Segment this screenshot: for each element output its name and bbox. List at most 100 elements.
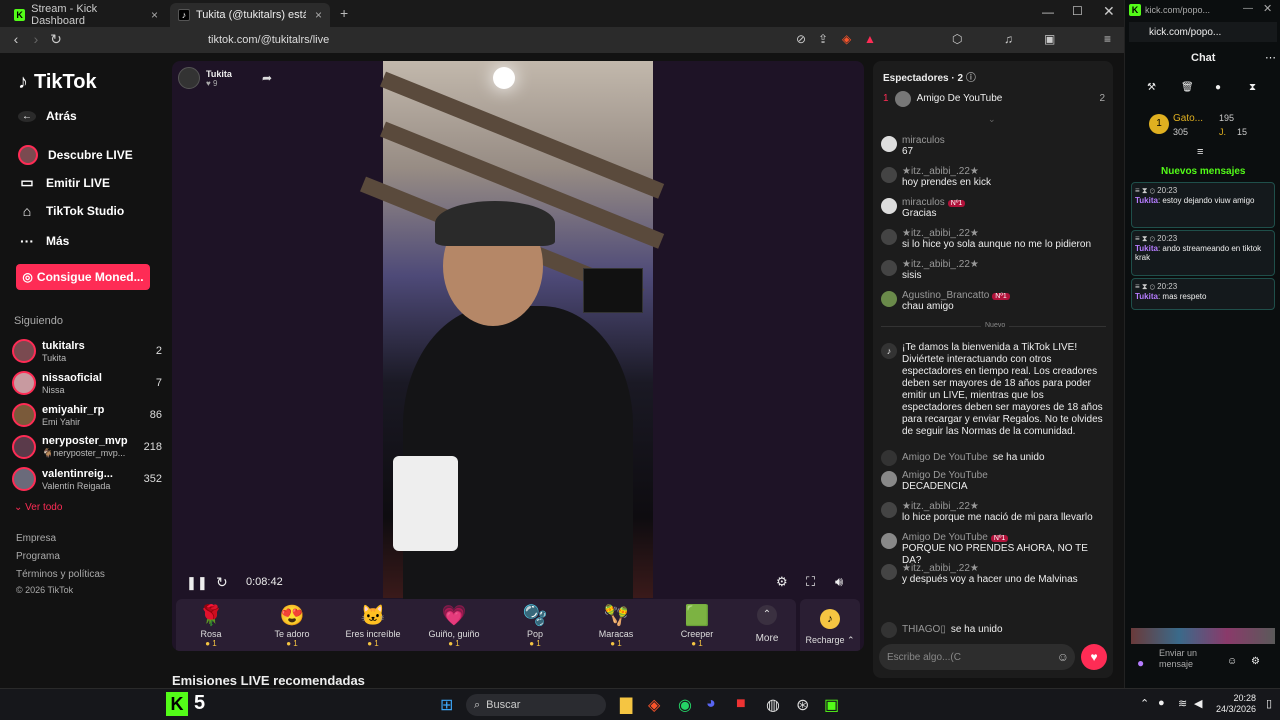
minimize-icon[interactable]: —	[1243, 3, 1253, 14]
following-item[interactable]: valentinreig... Valentín Reigada 352	[12, 463, 162, 495]
avatar	[881, 136, 897, 152]
new-tab-icon[interactable]: +	[340, 5, 348, 21]
gift-item[interactable]: 🌹 Rosa ● 1	[176, 603, 246, 648]
gift-item[interactable]: 😍 Te adoro ● 1	[257, 603, 327, 648]
obs-icon[interactable]: ■	[736, 695, 746, 713]
emoji-icon[interactable]: ☺	[1227, 656, 1237, 667]
tab-tiktok-live[interactable]: ♪ Tukita (@tukitalrs) está emiti... ×	[170, 3, 330, 27]
more-gifts-button[interactable]: ⌃ More	[732, 605, 802, 644]
following-item[interactable]: nissaoficial Nissa 7	[12, 367, 162, 399]
gift-item[interactable]: 💗 Guiño, guiño ● 1	[419, 603, 489, 648]
maximize-icon[interactable]: ☐	[1072, 4, 1083, 18]
nav-go-live[interactable]: ▭ Emitir LIVE	[18, 174, 110, 191]
footer-link[interactable]: Programa	[16, 551, 60, 562]
close-window-icon[interactable]: ✕	[1263, 2, 1272, 15]
forward-icon[interactable]: ›	[26, 31, 46, 47]
clock[interactable]: 20:28 24/3/2026	[1216, 693, 1256, 715]
get-coins-button[interactable]: ◎ Consigue Moned...	[16, 264, 150, 290]
gift-item[interactable]: 🫧 Pop ● 1	[500, 603, 570, 648]
footer-link[interactable]: Términos y políticas	[16, 569, 105, 580]
filter-icon[interactable]: ≡	[1197, 146, 1203, 158]
like-button[interactable]: ♥	[1081, 644, 1107, 670]
nav-discover-live[interactable]: Descubre LIVE	[18, 145, 133, 165]
brave-shield-icon[interactable]: ◈	[842, 32, 851, 46]
speaker-icon[interactable]: ◀	[1194, 697, 1202, 710]
folder-icon[interactable]: ▇	[620, 695, 632, 715]
info-icon: ⓘ	[965, 73, 976, 84]
wifi-icon[interactable]: ≋	[1178, 697, 1187, 710]
steam-icon[interactable]: ⊛	[796, 695, 809, 715]
footer-link[interactable]: Empresa	[16, 533, 56, 544]
kick-address[interactable]: kick.com/popo...	[1129, 22, 1277, 42]
gift-cost: 1	[698, 639, 703, 648]
whatsapp-icon[interactable]: ◉	[678, 695, 692, 715]
hourglass-icon[interactable]: ⧗	[1249, 82, 1256, 93]
translate-icon[interactable]: ⊘	[796, 32, 806, 46]
share-icon[interactable]: ⇪	[818, 32, 828, 46]
chevron-up-icon[interactable]: ⌃	[1140, 697, 1149, 710]
kick-user: Gato...	[1173, 113, 1204, 124]
tiktok-logo[interactable]: ♪ TikTok	[18, 71, 97, 94]
following-item[interactable]: neryposter_mvp 🐐neryposter_mvp... 218	[12, 431, 162, 463]
close-icon[interactable]: ×	[315, 8, 322, 22]
share-icon[interactable]: ➦	[262, 71, 272, 85]
gift-item[interactable]: 🟩 Creeper ● 1	[662, 603, 732, 648]
viewers-header[interactable]: Espectadores · 2 ⓘ	[883, 69, 976, 84]
brave-icon[interactable]: ◈	[648, 695, 660, 715]
search-box[interactable]: ⌕ Buscar	[466, 694, 606, 716]
avatar	[12, 435, 36, 459]
tiktok-coin-icon: ♪	[820, 609, 840, 629]
emoji-icon[interactable]: ☺	[1057, 650, 1069, 664]
hammer-icon[interactable]: ⚒	[1147, 82, 1156, 93]
message-author: ★itz._abibi_.22★	[902, 563, 979, 574]
kick-stat: 305	[1173, 127, 1189, 137]
nav-more[interactable]: ··· Más	[18, 233, 69, 249]
nav-tiktok-studio[interactable]: ⌂ TikTok Studio	[18, 203, 124, 219]
kick-app-icon[interactable]: ▣	[824, 695, 839, 715]
more-icon[interactable]: ⋯	[1265, 51, 1276, 64]
following-item[interactable]: emiyahir_rp Emi Yahir 86	[12, 399, 162, 431]
send-input[interactable]: Enviar un mensaje	[1159, 648, 1219, 670]
windows-start-icon[interactable]: ⊞	[440, 695, 453, 715]
chat-bubble-icon[interactable]: ●	[1215, 82, 1221, 93]
gift-item[interactable]: 🐱 Eres increíble ● 1	[338, 603, 408, 648]
message-time: 20:23	[1157, 234, 1178, 243]
tv-screen	[583, 268, 643, 313]
discord-icon[interactable]: ◕	[706, 695, 716, 713]
trash-icon[interactable]: 🗑︎	[1181, 82, 1194, 93]
close-icon[interactable]: ×	[151, 8, 158, 22]
chat-input[interactable]: Escribe algo...(C ☺	[879, 644, 1075, 670]
chevron-down-icon[interactable]: ⌄	[988, 114, 996, 125]
message-text: lo hice porque me nació de mi para lleva…	[902, 512, 1093, 523]
following-item[interactable]: tukitalrs Tukita 2	[12, 335, 162, 367]
reload-icon[interactable]: ↻	[46, 31, 66, 48]
see-all-link[interactable]: ⌄ Ver todo	[14, 502, 62, 513]
recharge-button[interactable]: ♪ Recharge ⌃	[800, 599, 860, 651]
extensions-icon[interactable]: ⬡	[952, 32, 962, 46]
wallet-icon[interactable]: ▣	[1044, 32, 1055, 46]
nav-back[interactable]: ← Atrás	[18, 109, 77, 123]
refresh-icon[interactable]: ↻	[216, 574, 228, 591]
minimize-icon[interactable]: —	[1042, 5, 1054, 19]
live-video[interactable]	[360, 61, 665, 606]
mic-icon[interactable]: ●	[1137, 656, 1144, 670]
host-info[interactable]: Tukita ♥ 9	[178, 67, 232, 89]
notification-icon[interactable]: ▯	[1266, 697, 1272, 710]
rewards-icon[interactable]: ▲	[864, 32, 876, 46]
settings-icon[interactable]: ⚙	[776, 574, 788, 590]
mic-icon[interactable]: ●	[1158, 697, 1165, 709]
tab-kick-dashboard[interactable]: K Stream - Kick Dashboard ×	[6, 3, 166, 27]
fullscreen-icon[interactable]: ⛶	[806, 574, 815, 590]
message-text: mas respeto	[1162, 292, 1207, 301]
message-text: y después voy a hacer uno de Malvinas	[902, 574, 1078, 585]
gift-item[interactable]: 🪇 Maracas ● 1	[581, 603, 651, 648]
close-window-icon[interactable]: ✕	[1103, 3, 1115, 20]
top-viewer[interactable]: 1 Amigo De YouTube 2	[883, 90, 1105, 107]
app-icon[interactable]: ◍	[766, 695, 780, 715]
pause-icon[interactable]: ❚❚	[186, 575, 208, 591]
settings-icon[interactable]: ⚙	[1251, 656, 1260, 667]
volume-icon[interactable]: 🔊︎	[835, 574, 843, 590]
menu-icon[interactable]: ≡	[1104, 32, 1111, 46]
back-icon[interactable]: ‹	[6, 31, 26, 47]
music-icon[interactable]: ♫	[1004, 32, 1013, 46]
